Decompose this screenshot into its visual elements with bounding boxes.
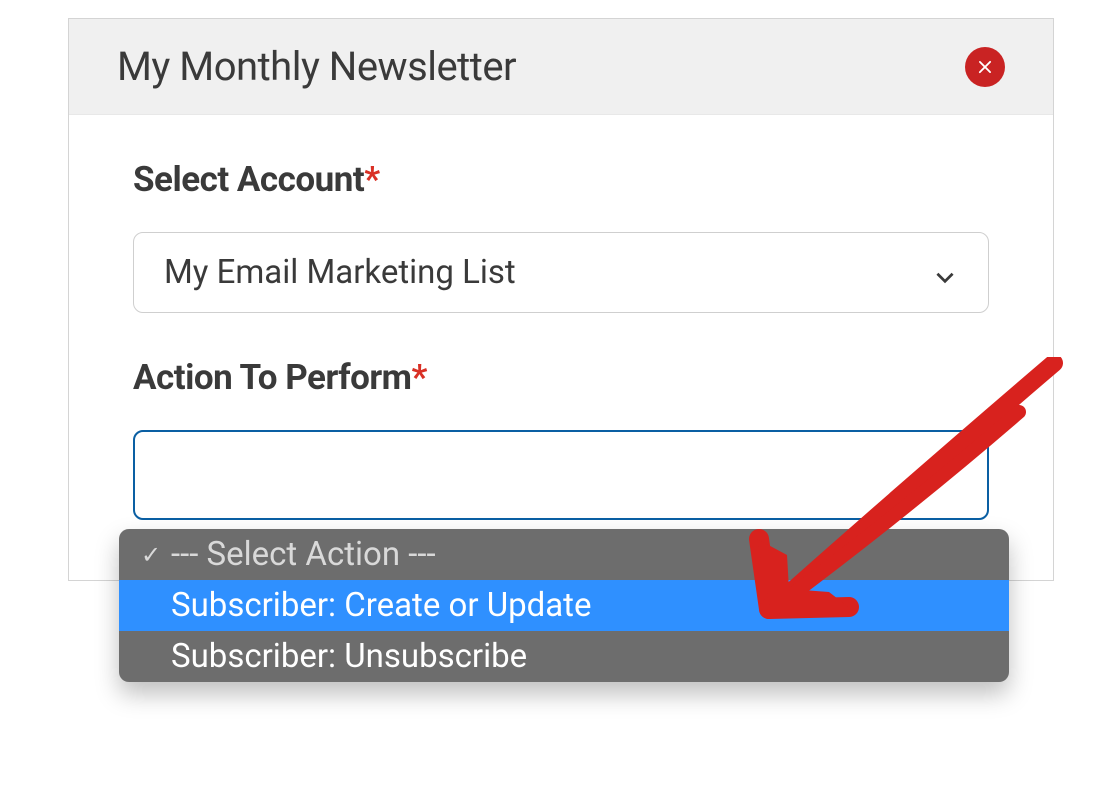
- required-marker: *: [364, 159, 379, 200]
- panel-header: My Monthly Newsletter: [69, 19, 1053, 115]
- required-marker: *: [412, 357, 427, 398]
- account-label-text: Select Account: [133, 159, 364, 200]
- action-dropdown: ✓ --- Select Action --- Subscriber: Crea…: [119, 529, 1009, 682]
- settings-panel: My Monthly Newsletter Select Account* My…: [68, 18, 1054, 581]
- action-label: Action To Perform*: [133, 357, 989, 398]
- panel-title: My Monthly Newsletter: [117, 43, 516, 90]
- account-select-value: My Email Marketing List: [164, 253, 516, 292]
- account-label: Select Account*: [133, 159, 989, 200]
- close-icon: [974, 56, 996, 78]
- dropdown-option-label: Subscriber: Create or Update: [171, 586, 591, 625]
- action-label-text: Action To Perform: [133, 357, 412, 398]
- dropdown-option-label: --- Select Action ---: [171, 535, 436, 574]
- dropdown-option-unsubscribe[interactable]: Subscriber: Unsubscribe: [119, 631, 1009, 682]
- close-button[interactable]: [965, 47, 1005, 87]
- dropdown-option-create-update[interactable]: Subscriber: Create or Update: [119, 580, 1009, 631]
- chevron-down-icon: [932, 260, 958, 286]
- action-select[interactable]: [133, 430, 989, 520]
- dropdown-option-label: Subscriber: Unsubscribe: [171, 637, 527, 676]
- panel-body: Select Account* My Email Marketing List …: [69, 115, 1053, 580]
- checkmark-icon: ✓: [141, 541, 171, 569]
- dropdown-option-placeholder[interactable]: ✓ --- Select Action ---: [119, 529, 1009, 580]
- account-select[interactable]: My Email Marketing List: [133, 232, 989, 313]
